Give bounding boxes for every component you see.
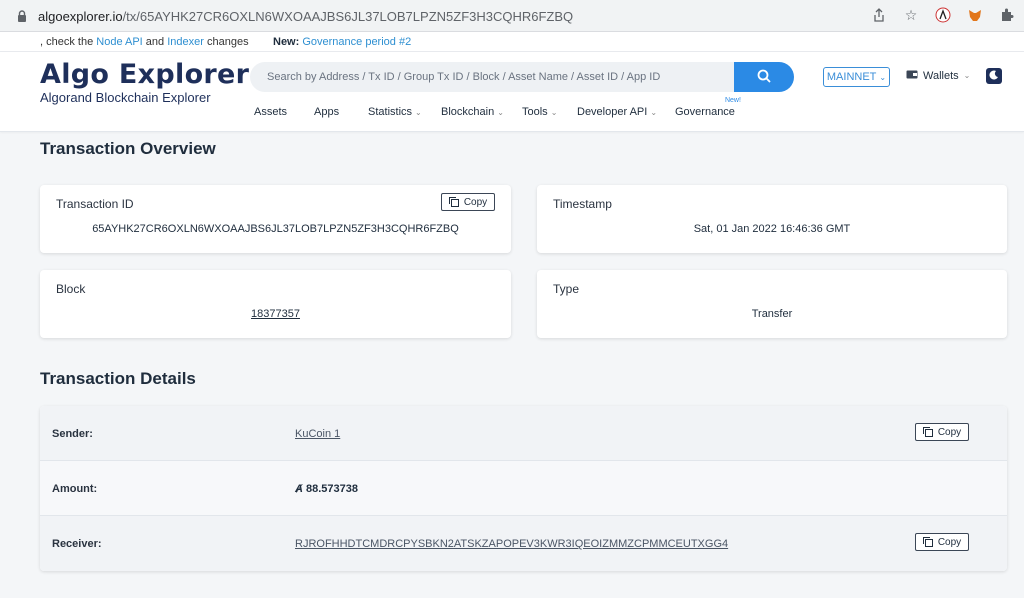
- sender-row: Sender: KuCoin 1 Copy: [40, 406, 1007, 461]
- metamask-extension-icon[interactable]: [966, 6, 984, 24]
- copy-icon: [922, 427, 933, 437]
- url-host: algoexplorer.io: [38, 8, 123, 24]
- announcement-bar: , check the Node API and Indexer changes…: [0, 32, 1024, 52]
- type-card: Type Transfer: [537, 270, 1007, 338]
- amount-label: Amount:: [52, 483, 98, 495]
- chevron-down-icon: ⌄: [963, 71, 971, 80]
- announcement-changes: changes: [203, 36, 249, 48]
- chevron-down-icon: ⌄: [497, 107, 504, 117]
- url-text[interactable]: algoexplorer.io/tx/65AYHK27CR6OXLN6WXOAA…: [38, 9, 573, 24]
- receiver-row: Receiver: RJROFHHDTCMDRCPYSBKN2ATSKZAPOP…: [40, 516, 1007, 571]
- details-title: Transaction Details: [40, 369, 196, 388]
- algo-icon: Ⱥ: [295, 483, 303, 495]
- network-label: MAINNET: [826, 71, 877, 83]
- nav-governance-label: Governance: [675, 106, 735, 118]
- search-input[interactable]: [250, 62, 740, 92]
- url-path: /tx/65AYHK27CR6OXLN6WXOAAJBS6JL37LOB7LPZ…: [122, 8, 574, 24]
- wallet-icon: [906, 69, 918, 82]
- nav-blockchain-label: Blockchain: [441, 106, 495, 118]
- copy-tx-id-button[interactable]: Copy: [441, 193, 495, 211]
- nav-statistics[interactable]: Statistics ⌄: [368, 106, 422, 118]
- browser-icons: ☆: [870, 6, 1016, 24]
- receiver-label: Receiver:: [52, 538, 102, 550]
- announcement-and: and: [142, 36, 168, 48]
- receiver-link[interactable]: RJROFHHDTCMDRCPYSBKN2ATSKZAPOPEV3KWR3IQE…: [295, 538, 728, 550]
- nav-statistics-label: Statistics: [368, 106, 413, 118]
- nav-apps-label: Apps: [314, 106, 340, 118]
- announcement-api-notice: , check the Node API and Indexer changes: [40, 36, 249, 48]
- share-icon[interactable]: [870, 6, 888, 24]
- new-label: New:: [273, 36, 300, 48]
- copy-label: Copy: [937, 536, 962, 548]
- extensions-puzzle-icon[interactable]: [998, 6, 1016, 24]
- copy-label: Copy: [463, 196, 488, 208]
- site-subtitle: Algorand Blockchain Explorer: [40, 90, 211, 105]
- announcement-governance: New: Governance period #2: [273, 36, 411, 48]
- nav-developer-api[interactable]: Developer API ⌄: [577, 106, 657, 118]
- nav-developer-api-label: Developer API: [577, 106, 648, 118]
- amount-number: 88.573738: [305, 483, 358, 495]
- transaction-details-table: Sender: KuCoin 1 Copy Amount: Ⱥ 88.573738…: [40, 406, 1007, 571]
- copy-sender-button[interactable]: Copy: [915, 423, 969, 441]
- copy-receiver-button[interactable]: Copy: [915, 533, 969, 551]
- timestamp-card: Timestamp Sat, 01 Jan 2022 16:46:36 GMT: [537, 185, 1007, 253]
- nav-assets-label: Assets: [254, 106, 288, 118]
- search-button[interactable]: [734, 62, 794, 92]
- node-api-link[interactable]: Node API: [96, 36, 142, 48]
- nav-governance[interactable]: Governance New!: [675, 97, 741, 118]
- nav-assets[interactable]: Assets: [254, 106, 287, 118]
- search-icon: [757, 69, 771, 86]
- governance-period-link[interactable]: Governance period #2: [302, 36, 411, 48]
- nav-tools[interactable]: Tools ⌄: [522, 106, 557, 118]
- browser-toolbar: algoexplorer.io/tx/65AYHK27CR6OXLN6WXOAA…: [0, 0, 1024, 32]
- amount-value: Ⱥ 88.573738: [295, 483, 358, 495]
- sender-label: Sender:: [52, 428, 93, 440]
- transaction-id-label: Transaction ID: [56, 197, 134, 211]
- lock-icon[interactable]: [16, 9, 28, 23]
- copy-label: Copy: [937, 426, 962, 438]
- moon-icon: [989, 67, 999, 85]
- new-badge: New!: [724, 97, 741, 104]
- type-value: Transfer: [751, 308, 793, 320]
- bookmark-star-icon[interactable]: ☆: [902, 6, 920, 24]
- network-selector[interactable]: MAINNET ⌄: [823, 67, 890, 87]
- block-link[interactable]: 18377357: [40, 308, 511, 320]
- indexer-link[interactable]: Indexer: [167, 36, 204, 48]
- site-header: Algo Explorer Algorand Blockchain Explor…: [0, 52, 1024, 132]
- chevron-down-icon: ⌄: [879, 72, 887, 82]
- timestamp-label: Timestamp: [553, 197, 612, 211]
- sender-link[interactable]: KuCoin 1: [295, 428, 340, 440]
- amount-row: Amount: Ⱥ 88.573738: [40, 461, 1007, 516]
- copy-icon: [448, 197, 459, 207]
- transaction-id-card: Transaction ID Copy 65AYHK27CR6OXLN6WXOA…: [40, 185, 511, 253]
- block-label: Block: [56, 282, 86, 296]
- dark-mode-toggle[interactable]: [986, 68, 1002, 84]
- chevron-down-icon: ⌄: [550, 107, 558, 117]
- copy-icon: [922, 537, 933, 547]
- site-logo[interactable]: Algo Explorer: [40, 59, 249, 90]
- transaction-id-value: 65AYHK27CR6OXLN6WXOAAJBS6JL37LOB7LPZN5ZF…: [92, 223, 459, 235]
- wallets-menu[interactable]: Wallets ⌄: [906, 69, 970, 82]
- timestamp-value: Sat, 01 Jan 2022 16:46:36 GMT: [693, 223, 851, 235]
- announcement-prefix: , check the: [40, 36, 97, 48]
- chevron-down-icon: ⌄: [415, 107, 422, 117]
- algosigner-extension-icon[interactable]: [934, 6, 952, 24]
- nav-blockchain[interactable]: Blockchain ⌄: [441, 106, 504, 118]
- block-card: Block 18377357: [40, 270, 511, 338]
- nav-tools-label: Tools: [522, 106, 548, 118]
- chevron-down-icon: ⌄: [650, 107, 658, 117]
- overview-title: Transaction Overview: [40, 139, 216, 158]
- search-bar: [250, 62, 794, 92]
- wallets-label: Wallets: [923, 69, 959, 82]
- nav-apps[interactable]: Apps: [314, 106, 339, 118]
- type-label: Type: [553, 282, 580, 296]
